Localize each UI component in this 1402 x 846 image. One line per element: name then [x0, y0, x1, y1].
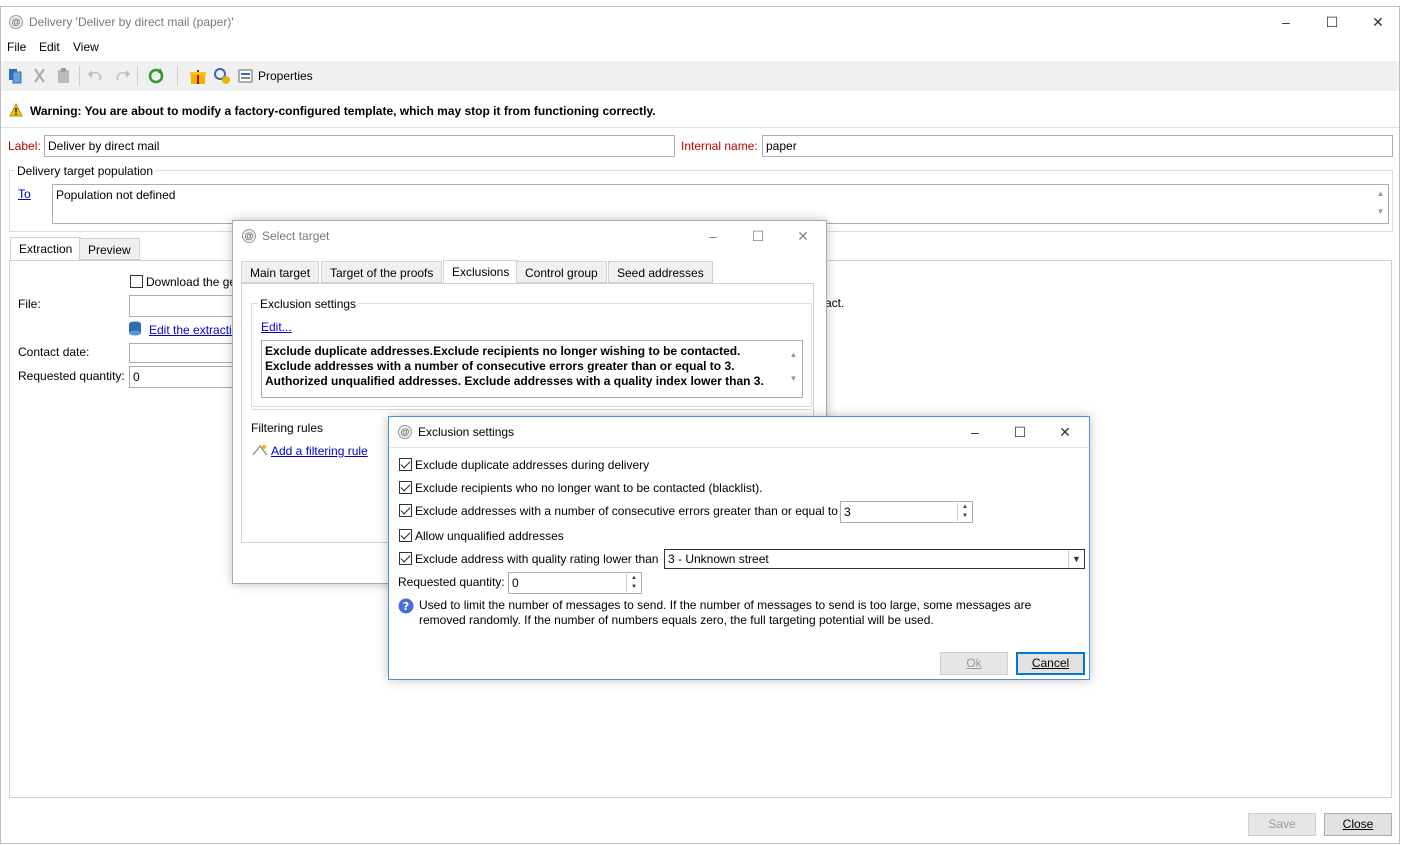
- exclude-duplicates-checkbox[interactable]: [399, 458, 412, 471]
- save-button[interactable]: Save: [1248, 813, 1316, 836]
- exclusion-summary-text: Exclude duplicate addresses.Exclude reci…: [265, 344, 764, 388]
- filtering-rules-title: Filtering rules: [251, 421, 324, 435]
- to-link[interactable]: To: [18, 187, 31, 201]
- exclude-errors-checkbox[interactable]: [399, 504, 412, 517]
- menu-edit[interactable]: Edit: [39, 40, 60, 54]
- tab-exclusions[interactable]: Exclusions: [443, 260, 519, 284]
- target-population-title: Delivery target population: [15, 164, 156, 178]
- edit-extraction-link[interactable]: Edit the extractio: [149, 323, 238, 337]
- main-title: Delivery 'Deliver by direct mail (paper)…: [29, 15, 234, 29]
- minimize-button[interactable]: –: [952, 417, 998, 447]
- edit-link[interactable]: Edit...: [261, 320, 292, 334]
- exclude-duplicates-label: Exclude duplicate addresses during deliv…: [415, 458, 650, 472]
- file-label: File:: [18, 297, 41, 311]
- label-input[interactable]: Deliver by direct mail: [44, 135, 675, 157]
- allow-unqualified-checkbox[interactable]: [399, 529, 412, 542]
- contact-date-input[interactable]: [129, 343, 237, 363]
- requested-quantity-input[interactable]: 0: [508, 572, 642, 594]
- download-checkbox[interactable]: [130, 275, 143, 288]
- maximize-button[interactable]: ☐: [735, 221, 781, 251]
- analyze-icon[interactable]: [213, 67, 231, 85]
- label-caption: Label:: [8, 139, 41, 153]
- exclusion-dialog-title: Exclusion settings: [418, 425, 515, 439]
- summary-scrollbar[interactable]: ▲ ▼: [787, 343, 800, 395]
- filter-rule-icon: [252, 444, 268, 456]
- refresh-icon[interactable]: [147, 67, 165, 85]
- warning-message: Warning: You are about to modify a facto…: [30, 104, 656, 118]
- properties-icon[interactable]: [237, 67, 255, 85]
- requested-quantity-label: Requested quantity:: [18, 369, 125, 383]
- toolbar-separator: [177, 66, 178, 86]
- errors-spinner[interactable]: ▲ ▼: [957, 503, 972, 521]
- menu-file[interactable]: File: [7, 40, 26, 54]
- internal-name-input[interactable]: paper: [762, 135, 1393, 157]
- file-input[interactable]: [129, 295, 237, 317]
- requested-quantity-input[interactable]: 0: [129, 366, 237, 388]
- exclude-blacklist-label: Exclude recipients who no longer want to…: [415, 481, 763, 495]
- database-icon: [129, 321, 141, 336]
- tab-main-target[interactable]: Main target: [241, 261, 320, 283]
- exclusion-settings-title: Exclusion settings: [258, 297, 359, 311]
- minimize-button[interactable]: –: [1263, 7, 1309, 37]
- filtering-divider: [251, 409, 812, 410]
- title-divider: [389, 447, 1089, 448]
- select-target-title: Select target: [262, 229, 330, 243]
- tab-preview[interactable]: Preview: [79, 238, 140, 260]
- exclusion-summary: Exclude duplicate addresses.Exclude reci…: [261, 340, 803, 398]
- menu-view[interactable]: View: [73, 40, 99, 54]
- contact-date-label: Contact date:: [18, 345, 90, 359]
- exclusion-settings-dialog: @ Exclusion settings – ☐ ✕ Exclude dupli…: [388, 416, 1090, 680]
- requested-quantity-label: Requested quantity:: [398, 575, 505, 589]
- close-dialog-button[interactable]: ✕: [1042, 417, 1088, 447]
- close-window-button[interactable]: ✕: [1355, 7, 1401, 37]
- tab-control-group[interactable]: Control group: [516, 261, 607, 283]
- redo-icon[interactable]: [113, 67, 131, 85]
- chevron-down-icon[interactable]: ▼: [1068, 550, 1084, 568]
- internal-name-caption: Internal name:: [681, 139, 758, 153]
- help-text: Used to limit the number of messages to …: [419, 598, 1032, 627]
- quality-rating-select[interactable]: 3 - Unknown street: [664, 549, 1085, 569]
- toolbar-separator: [137, 66, 138, 86]
- trailing-text: act.: [825, 296, 845, 310]
- properties-button[interactable]: Properties: [258, 69, 313, 83]
- copy-icon[interactable]: [7, 67, 25, 85]
- cut-icon[interactable]: [31, 67, 49, 85]
- help-icon: ?: [398, 598, 414, 614]
- exclude-quality-checkbox[interactable]: [399, 552, 412, 565]
- download-label: Download the ge: [146, 275, 237, 289]
- population-textarea[interactable]: Population not defined: [52, 184, 1389, 224]
- add-filtering-rule-link[interactable]: Add a filtering rule: [271, 444, 368, 458]
- toolbar: Properties: [1, 61, 1399, 91]
- divider: [1, 127, 1399, 128]
- population-scrollbar[interactable]: ▲ ▼: [1373, 185, 1388, 223]
- app-icon: @: [398, 425, 412, 439]
- maximize-button[interactable]: ☐: [997, 417, 1043, 447]
- gift-icon[interactable]: [189, 67, 207, 85]
- undo-icon[interactable]: [87, 67, 105, 85]
- errors-threshold-input[interactable]: 3: [840, 501, 973, 523]
- exclude-quality-label: Exclude address with quality rating lowe…: [415, 552, 659, 566]
- quantity-spinner[interactable]: ▲ ▼: [626, 574, 641, 592]
- exclude-errors-label: Exclude addresses with a number of conse…: [415, 504, 838, 518]
- close-button[interactable]: Close: [1324, 813, 1392, 836]
- app-icon: @: [242, 229, 256, 243]
- tab-target-of-proofs[interactable]: Target of the proofs: [321, 261, 443, 283]
- maximize-button[interactable]: ☐: [1309, 7, 1355, 37]
- paste-icon[interactable]: [55, 67, 73, 85]
- quality-rating-value: 3 - Unknown street: [668, 552, 769, 566]
- svg-text:?: ?: [403, 600, 409, 613]
- tab-extraction[interactable]: Extraction: [10, 237, 82, 261]
- close-dialog-button[interactable]: ✕: [780, 221, 826, 251]
- app-icon: @: [9, 15, 23, 29]
- tab-seed-addresses[interactable]: Seed addresses: [608, 261, 713, 283]
- toolbar-separator: [79, 66, 80, 86]
- minimize-button[interactable]: –: [690, 221, 736, 251]
- warning-icon: [9, 103, 23, 117]
- cancel-button[interactable]: Cancel: [1016, 652, 1085, 675]
- exclude-blacklist-checkbox[interactable]: [399, 481, 412, 494]
- allow-unqualified-label: Allow unqualified addresses: [415, 529, 564, 543]
- ok-button[interactable]: Ok: [940, 652, 1008, 675]
